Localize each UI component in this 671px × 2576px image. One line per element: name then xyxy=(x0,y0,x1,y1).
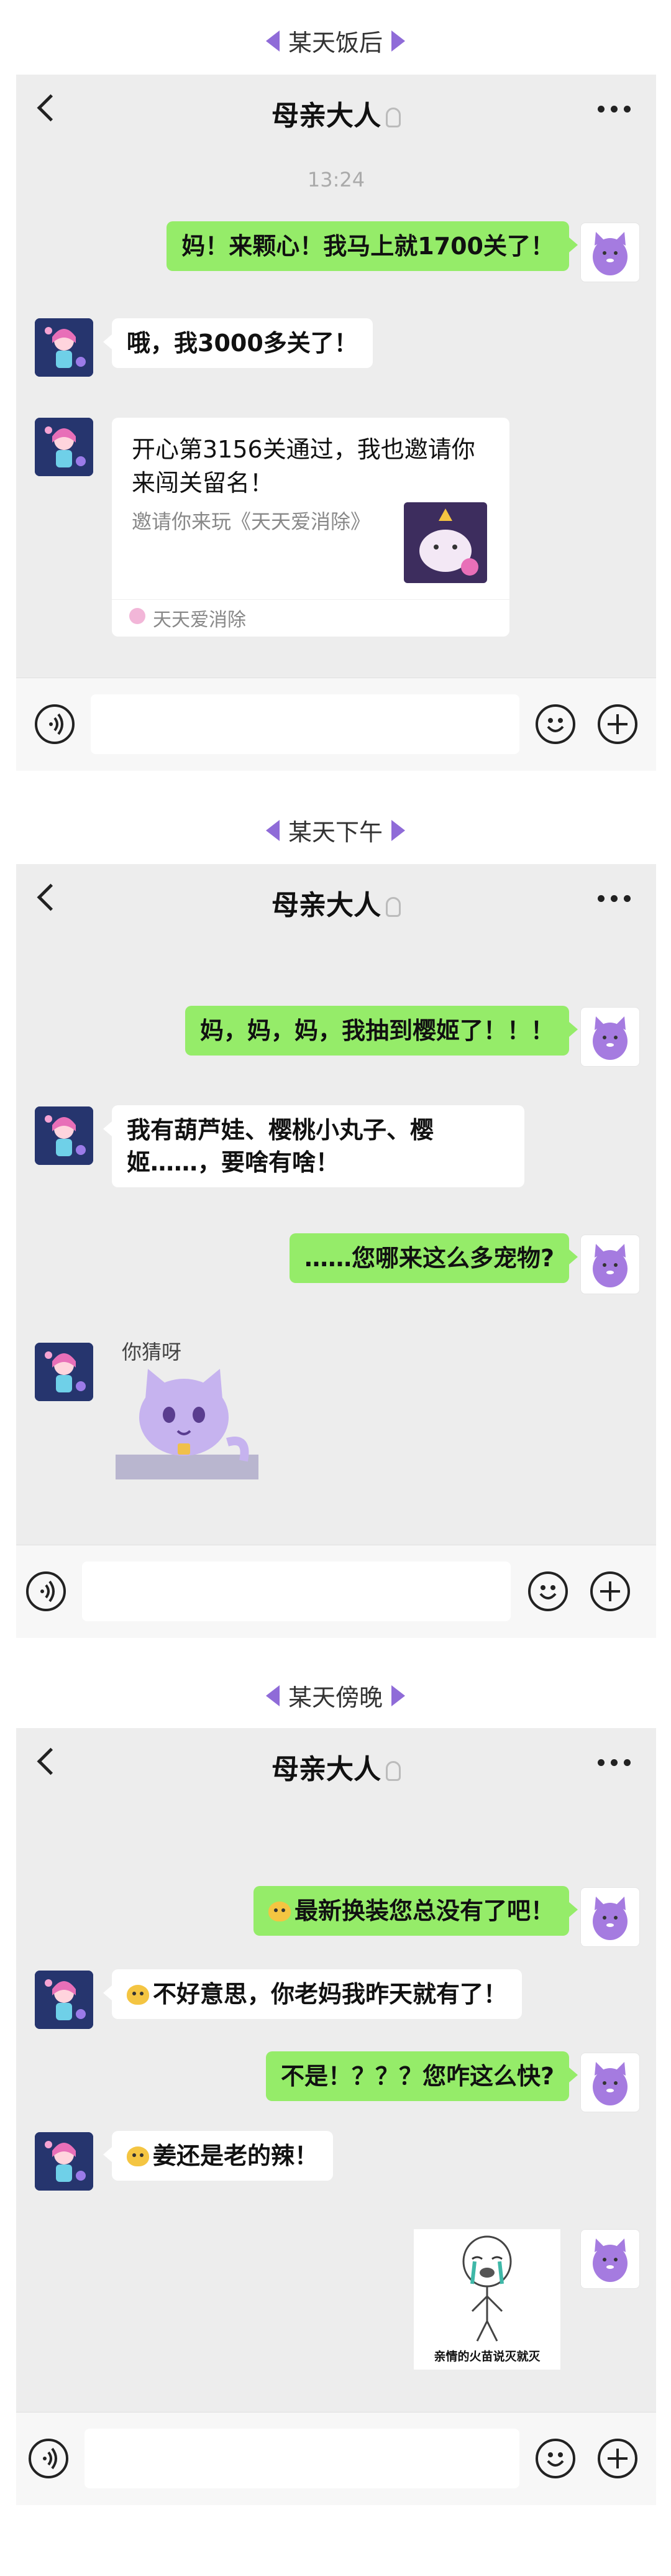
message-sent[interactable]: ……您哪来这么多宠物? xyxy=(289,1233,578,1283)
scene-caption-1: 某天饭后 xyxy=(0,24,671,58)
mom-avatar[interactable] xyxy=(35,2132,93,2191)
chat-header: 母亲大人 xyxy=(16,75,656,143)
triangle-right-icon xyxy=(391,819,405,841)
voice-icon[interactable] xyxy=(26,1571,66,1611)
message-received[interactable]: 姜还是老的辣！ xyxy=(103,2131,334,2181)
message-input[interactable] xyxy=(84,2429,519,2488)
chat-panel-3: 母亲大人 最新换装您总没有了吧！ 不好意思，你老妈我昨天就有了！ 不是！？？？您… xyxy=(16,1728,656,2505)
message-received[interactable]: 我有葫芦娃、樱桃小丸子、樱姬……，要啥有啥！ xyxy=(103,1105,524,1187)
triangle-left-icon xyxy=(265,30,280,52)
chat-header: 母亲大人 xyxy=(16,1728,656,1796)
input-bar xyxy=(16,2412,656,2505)
share-card[interactable]: 开心第3156关通过，我也邀请你来闯关留名！ 邀请你来玩《天天爱消除》 天天爱消… xyxy=(112,418,509,637)
game-thumbnail-icon xyxy=(404,502,487,583)
cat-avatar-icon xyxy=(593,1897,628,1940)
card-description: 邀请你来玩《天天爱消除》 xyxy=(132,510,371,533)
chat-panel-2: 母亲大人 妈，妈，妈，我抽到樱姬了！！！ 我有葫芦娃、樱桃小丸子、樱姬……，要啥… xyxy=(16,864,656,1638)
my-avatar[interactable] xyxy=(580,2229,640,2289)
girl-avatar-icon xyxy=(35,1971,93,2029)
cat-avatar-icon xyxy=(593,1016,628,1060)
cat-emoji-icon xyxy=(127,1985,149,2005)
crying-sticker[interactable]: 亲情的火苗说灭就灭 xyxy=(414,2229,560,2370)
cat-avatar-icon xyxy=(593,232,628,275)
card-app-name: 天天爱消除 xyxy=(153,609,246,631)
card-divider xyxy=(112,599,509,600)
mom-avatar[interactable] xyxy=(35,318,93,377)
mom-avatar[interactable] xyxy=(35,418,93,476)
chat-title: 母亲大人 xyxy=(16,93,656,133)
emoji-icon[interactable] xyxy=(536,704,575,744)
cat-sticker[interactable]: 你猜呀 xyxy=(116,1336,265,1486)
message-sent[interactable]: 妈，妈，妈，我抽到樱姬了！！！ xyxy=(185,1006,578,1056)
girl-avatar-icon xyxy=(35,1106,93,1165)
earpiece-icon xyxy=(386,1761,401,1781)
message-sent[interactable]: 最新换装您总没有了吧！ xyxy=(253,1886,578,1936)
my-avatar[interactable] xyxy=(580,2053,640,2112)
more-icon[interactable] xyxy=(598,895,631,903)
chat-panel-1: 母亲大人 13:24 妈！来颗心！我马上就1700关了！ 哦，我3000多关了！… xyxy=(16,75,656,771)
emoji-icon[interactable] xyxy=(536,2439,575,2478)
cat-avatar-icon xyxy=(593,1244,628,1287)
message-sent[interactable]: 不是！？？？您咋这么快? xyxy=(265,2051,578,2101)
cat-avatar-icon xyxy=(593,2062,628,2105)
my-avatar[interactable] xyxy=(580,1887,640,1947)
message-input[interactable] xyxy=(91,694,519,754)
card-thumbnail xyxy=(404,502,487,583)
purple-cat-sticker-icon xyxy=(116,1369,258,1479)
message-sent[interactable]: 妈！来颗心！我马上就1700关了！ xyxy=(167,221,578,271)
girl-avatar-icon xyxy=(35,418,93,476)
earpiece-icon xyxy=(386,108,401,127)
input-bar xyxy=(16,1545,656,1638)
plus-icon[interactable] xyxy=(590,1571,630,1611)
girl-avatar-icon xyxy=(35,318,93,377)
message-received[interactable]: 哦，我3000多关了！ xyxy=(103,318,373,368)
voice-icon[interactable] xyxy=(35,704,75,744)
my-avatar[interactable] xyxy=(580,1007,640,1067)
chat-title: 母亲大人 xyxy=(16,883,656,922)
timestamp: 13:24 xyxy=(307,168,365,191)
mom-avatar[interactable] xyxy=(35,1343,93,1401)
cat-avatar-icon xyxy=(593,2238,628,2282)
chat-header: 母亲大人 xyxy=(16,864,656,932)
crying-face-sticker-icon xyxy=(462,2235,512,2342)
scene-caption-3: 某天傍晚 xyxy=(0,1678,671,1713)
input-bar xyxy=(16,678,656,771)
triangle-right-icon xyxy=(391,30,405,52)
plus-icon[interactable] xyxy=(598,2439,637,2478)
sticker-text: 亲情的火苗说灭就灭 xyxy=(434,2350,541,2363)
chat-title: 母亲大人 xyxy=(16,1747,656,1787)
more-icon[interactable] xyxy=(598,1759,631,1767)
plus-icon[interactable] xyxy=(598,704,637,744)
my-avatar[interactable] xyxy=(580,1235,640,1294)
triangle-left-icon xyxy=(265,819,280,841)
cat-emoji-icon xyxy=(268,1902,291,1921)
scene-caption-2: 某天下午 xyxy=(0,813,671,847)
message-input[interactable] xyxy=(82,1562,511,1621)
triangle-right-icon xyxy=(391,1685,405,1706)
voice-icon[interactable] xyxy=(29,2439,68,2478)
message-received[interactable]: 不好意思，你老妈我昨天就有了！ xyxy=(103,1969,523,2019)
card-title: 开心第3156关通过，我也邀请你来闯关留名！ xyxy=(132,436,475,497)
emoji-icon[interactable] xyxy=(528,1571,568,1611)
girl-avatar-icon xyxy=(35,1343,93,1401)
more-icon[interactable] xyxy=(598,106,631,113)
my-avatar[interactable] xyxy=(580,223,640,282)
mom-avatar[interactable] xyxy=(35,1106,93,1165)
earpiece-icon xyxy=(386,897,401,917)
game-app-icon xyxy=(129,608,145,624)
triangle-left-icon xyxy=(265,1685,280,1706)
girl-avatar-icon xyxy=(35,2132,93,2191)
cat-emoji-icon xyxy=(127,2146,149,2166)
mom-avatar[interactable] xyxy=(35,1971,93,2029)
